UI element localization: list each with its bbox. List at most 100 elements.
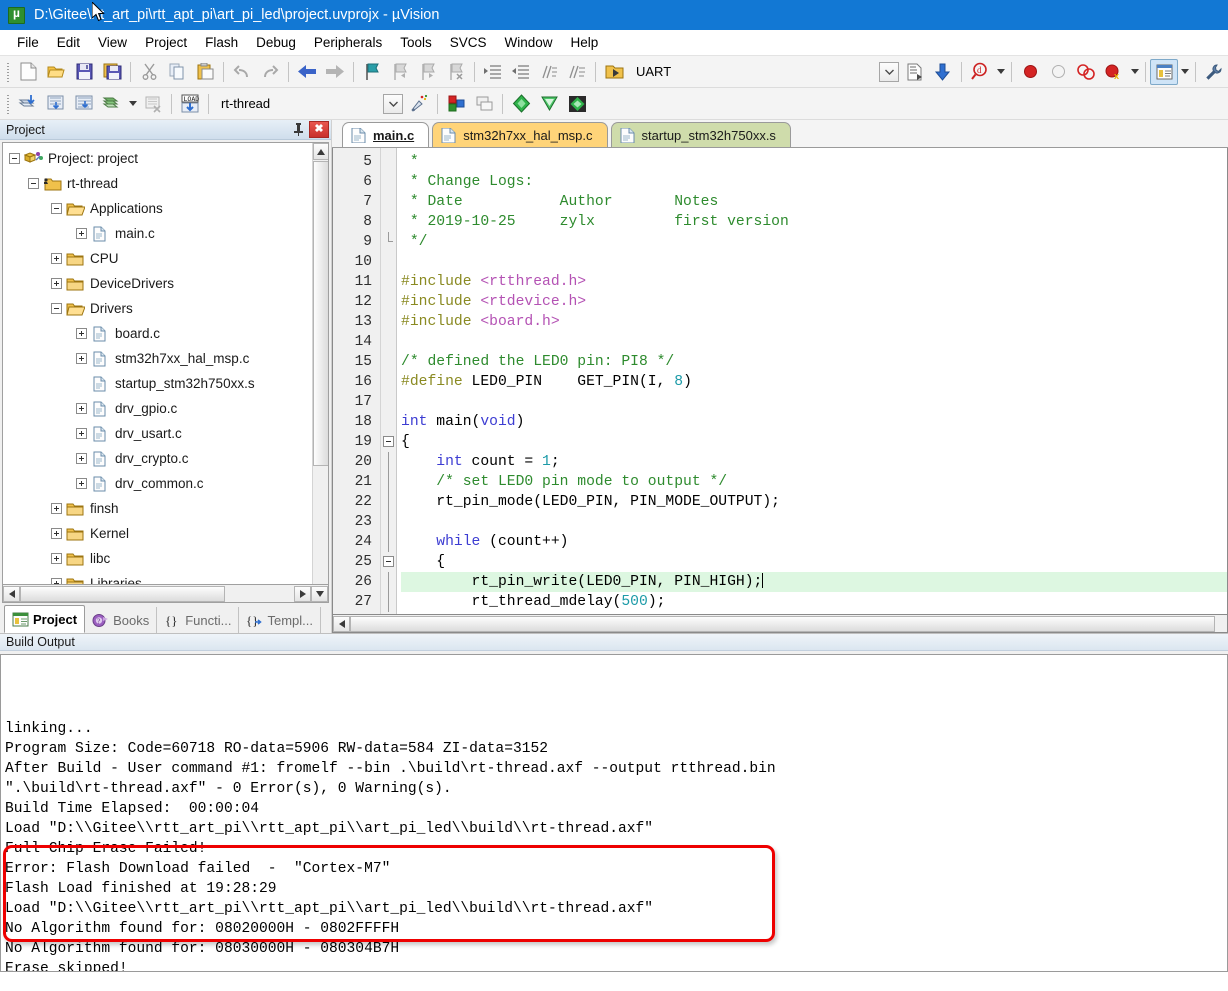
code-line[interactable]: * Change Logs:	[401, 172, 1227, 192]
tree-item-libraries[interactable]: Libraries	[3, 571, 312, 584]
navigate-back-icon[interactable]	[293, 59, 321, 85]
menu-file[interactable]: File	[8, 32, 48, 53]
close-icon[interactable]: ✖	[309, 121, 329, 138]
code-line[interactable]: #define LED0_PIN GET_PIN(I, 8)	[401, 372, 1227, 392]
cut-icon[interactable]	[135, 59, 163, 85]
fold-cell[interactable]	[381, 152, 396, 172]
pin-icon[interactable]	[290, 122, 306, 138]
download-load-icon[interactable]: LOAD	[176, 91, 204, 117]
tree-item-drv-gpio-c[interactable]: drv_gpio.c	[3, 396, 312, 421]
fold-cell[interactable]	[381, 472, 396, 492]
scroll-thumb[interactable]	[20, 585, 225, 602]
tree-item-startup-stm32h750xx-s[interactable]: startup_stm32h750xx.s	[3, 371, 312, 396]
expander-plus-icon[interactable]	[76, 328, 87, 339]
code-line[interactable]: /* defined the LED0 pin: PI8 */	[401, 352, 1227, 372]
code-line[interactable]	[401, 332, 1227, 352]
find-in-files-icon[interactable]: d	[966, 59, 994, 85]
expander-plus-icon[interactable]	[76, 403, 87, 414]
code-folding-column[interactable]	[381, 148, 397, 614]
open-file-icon[interactable]	[42, 59, 70, 85]
fold-cell[interactable]	[381, 392, 396, 412]
fold-cell[interactable]	[381, 372, 396, 392]
tree-item-finsh[interactable]: finsh	[3, 496, 312, 521]
menu-svcs[interactable]: SVCS	[441, 32, 496, 53]
fold-cell[interactable]	[381, 272, 396, 292]
code-line[interactable]	[401, 252, 1227, 272]
bookmark-next-icon[interactable]	[414, 59, 442, 85]
navigate-forward-icon[interactable]	[321, 59, 349, 85]
window-manage-icon[interactable]	[1150, 58, 1178, 85]
manage-rte-icon[interactable]	[535, 91, 563, 117]
code-line[interactable]	[401, 392, 1227, 412]
project-tree-horizontal-scrollbar[interactable]	[2, 585, 329, 603]
menu-project[interactable]: Project	[136, 32, 196, 53]
fold-cell[interactable]	[381, 492, 396, 512]
code-line[interactable]: rt_thread_mdelay(500);	[401, 592, 1227, 612]
tree-item-main-c[interactable]: main.c	[3, 221, 312, 246]
scroll-up-icon[interactable]	[313, 143, 328, 160]
expander-plus-icon[interactable]	[51, 528, 62, 539]
menu-view[interactable]: View	[89, 32, 136, 53]
download-icon[interactable]	[929, 59, 957, 85]
paste-icon[interactable]	[191, 59, 219, 85]
tab-project[interactable]: Project	[4, 605, 86, 633]
breakpoint-kill-all-icon[interactable]	[1072, 59, 1100, 85]
batch-build-icon[interactable]	[98, 91, 126, 117]
tree-item-board-c[interactable]: board.c	[3, 321, 312, 346]
code-line[interactable]: {	[401, 552, 1227, 572]
tab-functions[interactable]: {} Functi...	[157, 607, 240, 633]
toolbar-grip[interactable]	[4, 92, 12, 115]
menu-flash[interactable]: Flash	[196, 32, 247, 53]
tree-item-rt-thread[interactable]: rt-thread	[3, 171, 312, 196]
fold-cell[interactable]	[381, 212, 396, 232]
expander-plus-icon[interactable]	[76, 228, 87, 239]
expander-plus-icon[interactable]	[51, 578, 62, 584]
expander-plus-icon[interactable]	[76, 478, 87, 489]
stop-build-icon[interactable]	[139, 91, 167, 117]
undo-icon[interactable]	[228, 59, 256, 85]
fold-cell[interactable]	[381, 532, 396, 552]
code-line[interactable]: /* set LED0 pin mode to output */	[401, 472, 1227, 492]
code-line[interactable]: #include <board.h>	[401, 312, 1227, 332]
target-combo-dropdown[interactable]	[879, 61, 899, 82]
tree-item-project[interactable]: Project: project	[3, 146, 312, 171]
fold-cell[interactable]	[381, 292, 396, 312]
fold-cell[interactable]	[381, 592, 396, 612]
breakpoint-dropdown-icon[interactable]	[1128, 59, 1141, 85]
scroll-thumb[interactable]	[350, 615, 1215, 632]
new-file-icon[interactable]	[14, 59, 42, 85]
fold-cell[interactable]	[381, 192, 396, 212]
code-editor[interactable]: 5 6 7 8 9 10 11 12 13 14 15 16 17 18 19 20 21 22 23 24 25 26 2…	[332, 148, 1228, 615]
build-icon[interactable]	[42, 91, 70, 117]
expander-plus-icon[interactable]	[76, 353, 87, 364]
code-line[interactable]: int count = 1;	[401, 452, 1227, 472]
tree-item-applications[interactable]: Applications	[3, 196, 312, 221]
tree-item-devicedrivers[interactable]: DeviceDrivers	[3, 271, 312, 296]
code-line[interactable]: * 2019-10-25 zylx first version	[401, 212, 1227, 232]
start-debug-icon[interactable]	[600, 59, 628, 85]
tab-books[interactable]: ? Books	[85, 607, 158, 633]
tree-item-drivers[interactable]: Drivers	[3, 296, 312, 321]
editor-horizontal-scrollbar[interactable]	[332, 615, 1228, 633]
scroll-left-icon[interactable]	[333, 615, 350, 632]
editor-tab-main-c[interactable]: main.c	[342, 122, 430, 147]
code-line[interactable]	[401, 512, 1227, 532]
expander-plus-icon[interactable]	[76, 453, 87, 464]
scroll-thumb[interactable]	[313, 161, 328, 466]
project-tree[interactable]: Project: project rt-thread Applications	[3, 146, 312, 584]
uncomment-icon[interactable]	[563, 59, 591, 85]
code-line[interactable]: * Date Author Notes	[401, 192, 1227, 212]
target-selector-dropdown[interactable]	[383, 93, 403, 114]
expander-minus-icon[interactable]	[28, 178, 39, 189]
code-line[interactable]: while (count++)	[401, 532, 1227, 552]
translate-icon[interactable]	[14, 91, 42, 117]
fold-collapse-icon[interactable]	[383, 556, 394, 567]
toolbar-grip[interactable]	[4, 60, 12, 83]
expander-plus-icon[interactable]	[51, 278, 62, 289]
code-line[interactable]: {	[401, 432, 1227, 452]
fold-cell[interactable]	[381, 252, 396, 272]
find-dropdown-icon[interactable]	[994, 59, 1007, 85]
window-dropdown-icon[interactable]	[1178, 59, 1191, 85]
scroll-track[interactable]	[225, 585, 294, 602]
breakpoint-disable-icon[interactable]	[1044, 59, 1072, 85]
